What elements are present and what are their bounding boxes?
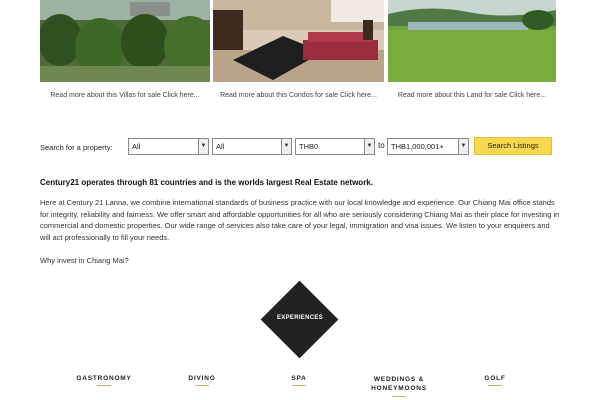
category-underline (488, 385, 502, 386)
search-label: Search for a property: (40, 143, 113, 152)
category-underline (97, 385, 111, 386)
category-label: DIVING (188, 375, 216, 382)
land-read-more-link[interactable]: Read more about this Land for sale Click… (388, 92, 556, 99)
category-gastronomy[interactable]: GASTRONOMY (74, 375, 134, 386)
category-label: GASTRONOMY (76, 375, 132, 382)
max-price-value: THB1,000,001+ (391, 142, 444, 151)
category-underline (292, 385, 306, 386)
category-label: WEDDINGS & HONEYMOONS (371, 376, 427, 392)
intro-body: Here at Century 21 Lanna, we combine int… (40, 198, 560, 242)
price-to-label: to (378, 141, 385, 150)
condo-read-more-link[interactable]: Read more about this Condos for sale Cli… (213, 92, 384, 99)
min-price-value: THB0 (299, 142, 319, 151)
category-weddings-honeymoons[interactable]: WEDDINGS & HONEYMOONS (364, 375, 434, 397)
location-select[interactable]: All ▼ (212, 138, 292, 155)
condo-photo[interactable] (213, 0, 384, 82)
intro-headline: Century21 operates through 81 countries … (40, 178, 373, 187)
land-photo[interactable] (388, 0, 556, 82)
dropdown-arrow-icon[interactable]: ▼ (364, 139, 374, 154)
category-label: GOLF (484, 375, 506, 382)
dropdown-arrow-icon[interactable]: ▼ (198, 139, 208, 154)
category-golf[interactable]: GOLF (478, 375, 512, 386)
why-invest-link[interactable]: Why invest in Chiang Mai? (40, 256, 129, 265)
villa-photo[interactable] (40, 0, 210, 82)
dropdown-arrow-icon[interactable]: ▼ (458, 139, 468, 154)
max-price-select[interactable]: THB1,000,001+ ▼ (387, 138, 469, 155)
category-spa[interactable]: SPA (284, 375, 314, 386)
property-type-select[interactable]: All ▼ (128, 138, 209, 155)
villa-read-more-link[interactable]: Read more about this Villas for sale Cli… (40, 92, 210, 99)
min-price-select[interactable]: THB0 ▼ (295, 138, 375, 155)
experiences-title: EXPERIENCES (277, 315, 323, 321)
category-underline (392, 396, 406, 397)
dropdown-arrow-icon[interactable]: ▼ (281, 139, 291, 154)
category-label: SPA (291, 375, 307, 382)
property-type-value: All (132, 142, 141, 151)
category-diving[interactable]: DIVING (180, 375, 224, 386)
location-value: All (216, 142, 225, 151)
category-underline (195, 385, 209, 386)
search-listings-button[interactable]: Search Listings (474, 137, 552, 155)
